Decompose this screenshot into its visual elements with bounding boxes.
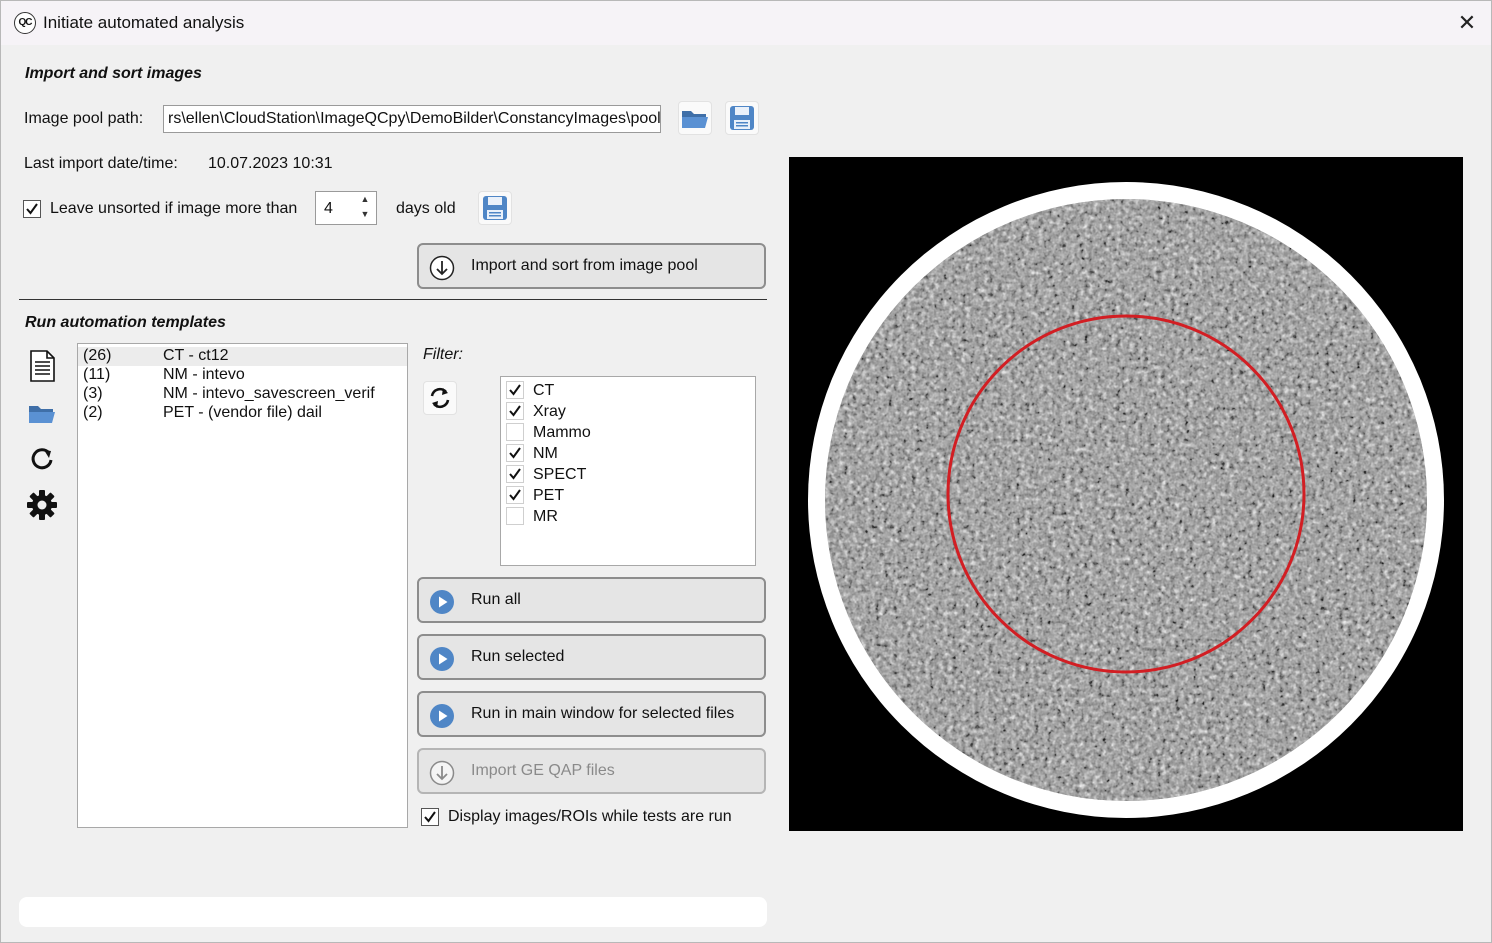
import-ge-qap-label: Import GE QAP files — [471, 762, 615, 779]
days-value: 4 — [324, 200, 333, 217]
image-pool-path-input[interactable]: rs\ellen\CloudStation\ImageQCpy\DemoBild… — [163, 105, 661, 133]
browse-folder-button[interactable] — [678, 101, 712, 135]
refresh-filter-button[interactable] — [423, 381, 457, 415]
checkmark-icon — [509, 405, 521, 417]
open-template-button[interactable] — [25, 396, 59, 430]
filter-checkbox[interactable] — [506, 486, 524, 504]
last-import-label: Last import date/time: — [24, 155, 178, 172]
template-list-item[interactable]: (3) NM - intevo_savescreen_verif — [78, 385, 407, 404]
section-divider — [19, 299, 767, 300]
template-name: NM - intevo — [163, 366, 245, 383]
folder-open-icon — [29, 406, 55, 423]
gear-icon — [27, 490, 57, 520]
template-list[interactable]: (26) CT - ct12 (11) NM - intevo (3) NM -… — [77, 343, 408, 828]
save-days-button[interactable] — [478, 191, 512, 225]
save-path-button[interactable] — [725, 101, 759, 135]
import-ge-qap-button[interactable]: Import GE QAP files — [417, 748, 766, 794]
leave-unsorted-checkbox[interactable] — [23, 200, 41, 218]
automation-section-heading: Run automation templates — [25, 314, 226, 331]
days-spinbox[interactable]: 4 ▲ ▼ — [315, 191, 377, 225]
template-count: (26) — [83, 347, 112, 364]
filter-checkbox[interactable] — [506, 444, 524, 462]
import-sort-button[interactable]: Import and sort from image pool — [417, 243, 766, 289]
spin-up-arrow-icon[interactable]: ▲ — [358, 194, 372, 208]
template-name: NM - intevo_savescreen_verif — [163, 385, 375, 402]
checkmark-icon — [509, 489, 521, 501]
template-name: CT - ct12 — [163, 347, 229, 364]
refresh-templates-button[interactable] — [25, 442, 59, 476]
download-arrow-icon — [429, 760, 455, 786]
save-icon — [483, 196, 507, 220]
filter-label-text: SPECT — [533, 466, 587, 483]
filter-label-text: Mammo — [533, 424, 591, 441]
template-list-item[interactable]: (11) NM - intevo — [78, 366, 407, 385]
play-icon — [430, 647, 454, 671]
new-template-button[interactable] — [25, 349, 59, 383]
template-name: PET - (vendor file) dail — [163, 404, 322, 421]
play-icon — [430, 590, 454, 614]
template-list-item[interactable]: (26) CT - ct12 — [78, 347, 407, 366]
play-icon — [430, 704, 454, 728]
window-title: Initiate automated analysis — [43, 13, 245, 32]
run-selected-label: Run selected — [471, 648, 565, 665]
import-sort-button-label: Import and sort from image pool — [471, 257, 698, 274]
template-count: (11) — [83, 366, 111, 383]
filter-label: Filter: — [423, 346, 463, 363]
folder-open-icon — [682, 111, 708, 128]
checkmark-icon — [26, 203, 38, 215]
filter-checkbox[interactable] — [506, 423, 524, 441]
settings-button[interactable] — [25, 488, 59, 522]
save-icon — [730, 106, 754, 130]
display-images-label: Display images/ROIs while tests are run — [448, 808, 732, 825]
title-bar[interactable]: QC Initiate automated analysis ✕ — [1, 1, 1491, 45]
template-count: (3) — [83, 385, 103, 402]
refresh-icon — [31, 448, 53, 470]
run-main-window-button[interactable]: Run in main window for selected files — [417, 691, 766, 737]
filter-label-text: CT — [533, 382, 555, 399]
template-list-item[interactable]: (2) PET - (vendor file) dail — [78, 404, 407, 423]
filter-label-text: Xray — [533, 403, 566, 420]
close-button[interactable]: ✕ — [1445, 5, 1489, 41]
modality-filter-list: CT Xray Mammo NM SPECT PET MR — [500, 376, 756, 566]
run-all-button[interactable]: Run all — [417, 577, 766, 623]
spin-down-arrow-icon[interactable]: ▼ — [358, 209, 372, 223]
progress-bar — [19, 897, 767, 927]
download-arrow-icon — [429, 255, 455, 281]
filter-checkbox[interactable] — [506, 402, 524, 420]
import-section-heading: Import and sort images — [25, 65, 202, 82]
template-count: (2) — [83, 404, 103, 421]
phantom-image — [789, 157, 1463, 831]
run-selected-button[interactable]: Run selected — [417, 634, 766, 680]
filter-label-text: MR — [533, 508, 558, 525]
last-import-value: 10.07.2023 10:31 — [208, 155, 333, 172]
document-icon — [30, 350, 55, 382]
checkmark-icon — [509, 384, 521, 396]
display-images-checkbox[interactable] — [421, 808, 439, 826]
filter-checkbox[interactable] — [506, 465, 524, 483]
leave-unsorted-label: Leave unsorted if image more than — [50, 200, 298, 217]
days-old-label: days old — [396, 200, 456, 217]
filter-checkbox[interactable] — [506, 381, 524, 399]
refresh-cycle-icon — [430, 387, 450, 409]
checkmark-icon — [424, 811, 436, 823]
filter-checkbox[interactable] — [506, 507, 524, 525]
image-preview-panel — [789, 157, 1463, 831]
app-logo-icon: QC — [14, 12, 36, 34]
filter-label-text: NM — [533, 445, 558, 462]
image-pool-label: Image pool path: — [24, 110, 144, 127]
filter-label-text: PET — [533, 487, 565, 504]
checkmark-icon — [509, 447, 521, 459]
run-all-label: Run all — [471, 591, 521, 608]
run-main-window-label: Run in main window for selected files — [471, 705, 735, 722]
checkmark-icon — [509, 468, 521, 480]
dialog-window: QC Initiate automated analysis ✕ Import … — [0, 0, 1492, 943]
